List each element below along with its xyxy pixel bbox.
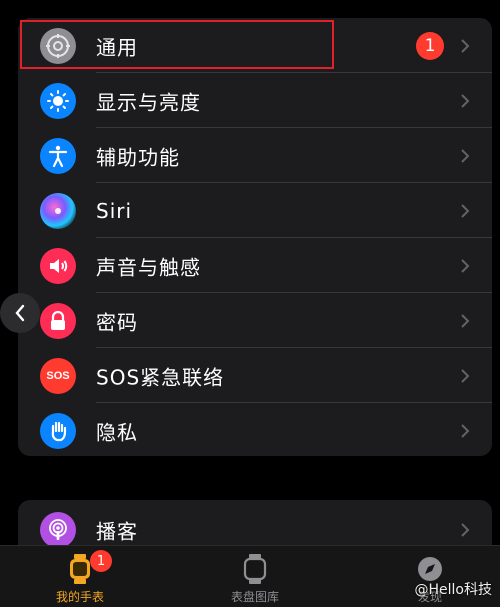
siri-icon: [40, 192, 76, 229]
chevron-right-icon: [461, 148, 470, 163]
sos-icon-text: SOS: [46, 369, 70, 382]
settings-row-label: 播客: [96, 519, 138, 544]
notification-badge: 1: [416, 31, 444, 60]
settings-row-label: 密码: [96, 310, 138, 334]
chevron-right-icon: [461, 313, 470, 328]
watermark: @Hello科技: [414, 582, 493, 598]
settings-row-sounds-haptics[interactable]: 声音与触感: [18, 238, 492, 293]
settings-row-privacy[interactable]: 隐私: [18, 403, 492, 456]
settings-row-siri[interactable]: Siri: [18, 183, 492, 238]
speaker-icon: [40, 247, 76, 284]
chevron-right-icon: [461, 203, 470, 218]
settings-row-label: 声音与触感: [96, 255, 201, 279]
settings-row-label: 辅助功能: [96, 145, 180, 169]
tab-badge: 1: [90, 550, 112, 572]
back-button[interactable]: [0, 293, 40, 333]
settings-row-label: Siri: [96, 198, 133, 223]
settings-row-label: 显示与亮度: [96, 90, 201, 114]
settings-row-label: 隐私: [96, 420, 138, 444]
sun-icon: [40, 82, 76, 119]
hand-icon: [40, 412, 76, 449]
tab-my-watch[interactable]: 1 我的手表: [20, 546, 140, 607]
watch-face-icon: [240, 554, 270, 584]
lock-icon: [40, 302, 76, 339]
gear-icon: [40, 27, 76, 64]
settings-row-passcode[interactable]: 密码: [18, 293, 492, 348]
settings-row-accessibility[interactable]: 辅助功能: [18, 128, 492, 183]
chevron-left-icon: [15, 304, 25, 322]
chevron-right-icon: [461, 38, 470, 53]
chevron-right-icon: [461, 368, 470, 383]
settings-row-label: 通用: [96, 35, 138, 59]
accessibility-icon: [40, 137, 76, 174]
chevron-right-icon: [461, 523, 470, 537]
tab-label: 表盘图库: [230, 590, 279, 604]
podcast-icon: [40, 512, 76, 548]
settings-row-display-brightness[interactable]: 显示与亮度: [18, 73, 492, 128]
settings-list: 通用 1 显示与亮度 辅助功能 Siri 声音与触感 密码 SOS SOS紧急联…: [18, 18, 492, 456]
sos-icon: SOS: [40, 357, 76, 394]
tab-face-gallery[interactable]: 表盘图库: [195, 546, 315, 607]
chevron-right-icon: [461, 258, 470, 273]
chevron-right-icon: [461, 93, 470, 108]
settings-row-emergency-sos[interactable]: SOS SOS紧急联络: [18, 348, 492, 403]
settings-row-label: SOS紧急联络: [96, 365, 225, 389]
chevron-right-icon: [461, 423, 470, 438]
tab-label: 我的手表: [55, 590, 104, 604]
settings-row-general[interactable]: 通用 1: [18, 18, 492, 73]
